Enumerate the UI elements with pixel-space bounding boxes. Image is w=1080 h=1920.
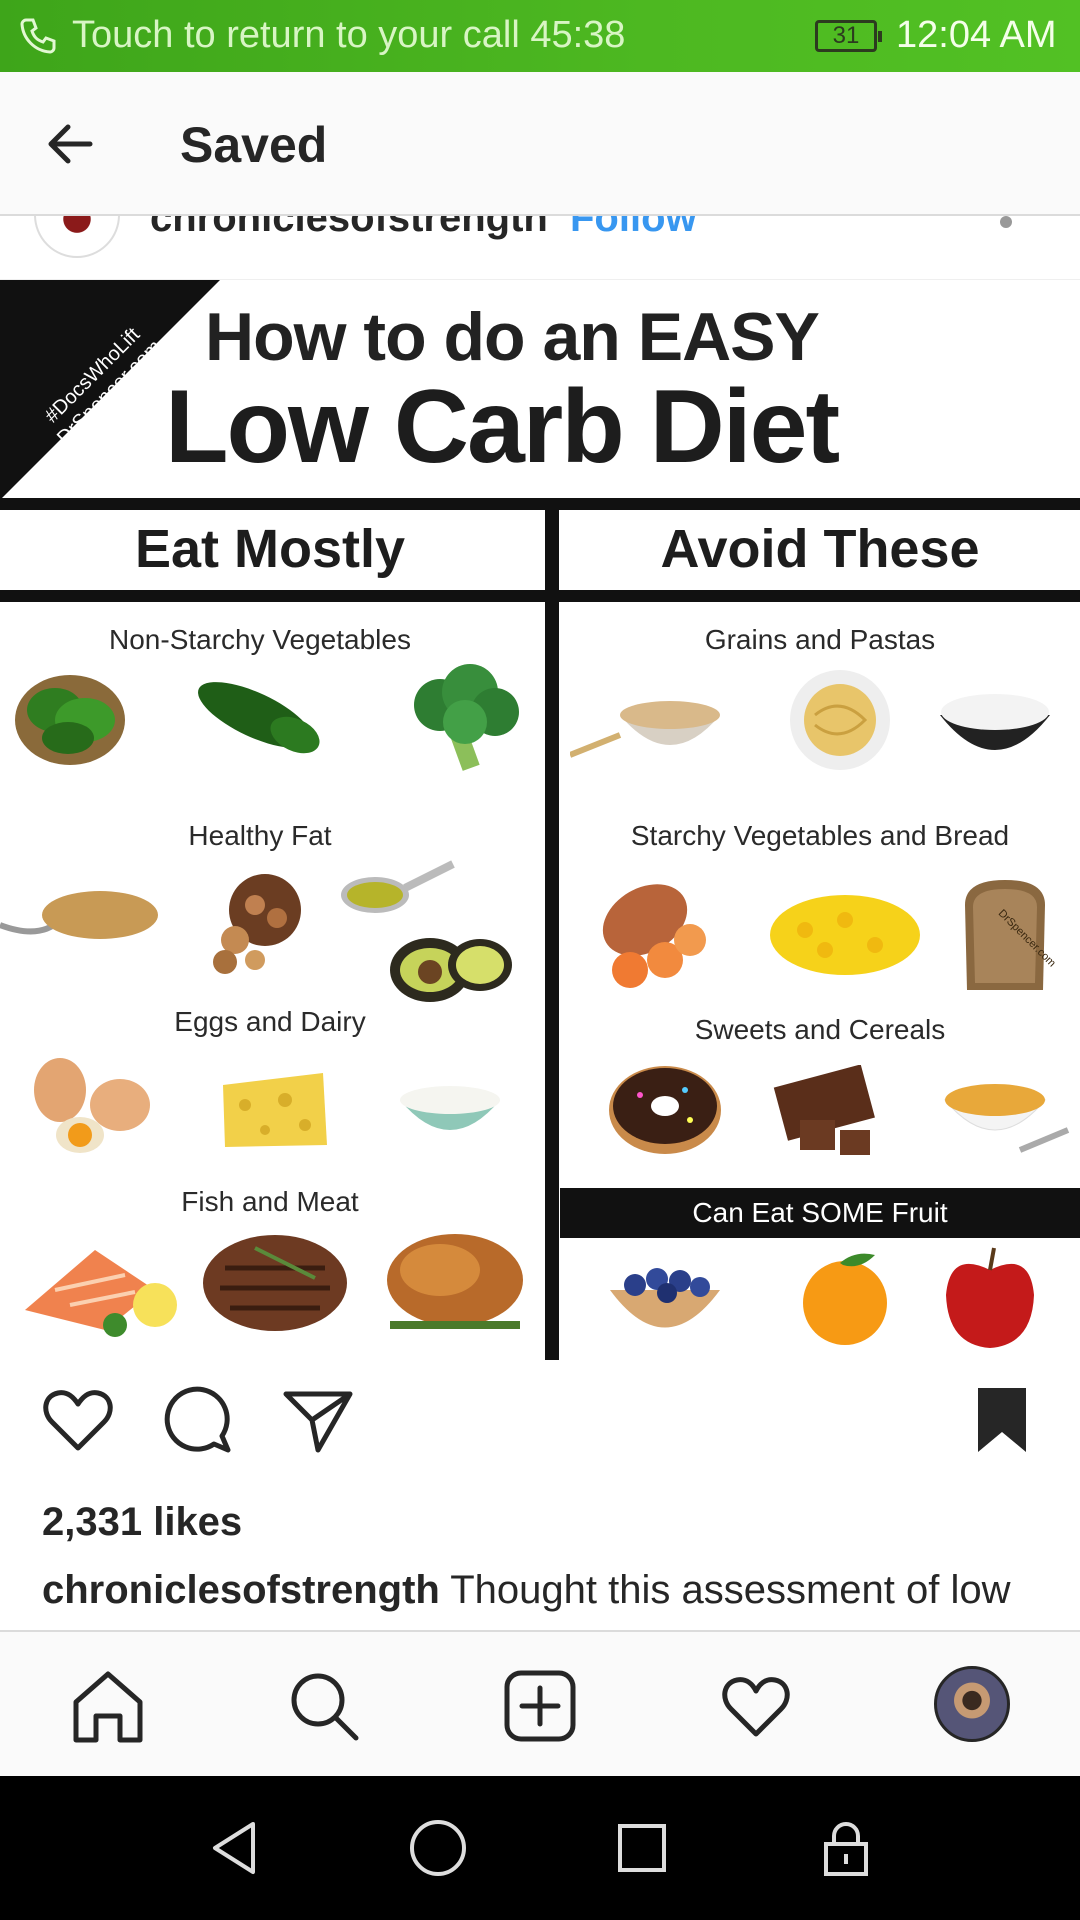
apple-image [946,1247,1034,1348]
heart-icon[interactable] [718,1668,794,1744]
clock: 12:04 AM [896,14,1057,56]
eggs-image [34,1058,150,1153]
avocado-image [390,938,512,1002]
rice-bowl-image [940,694,1050,750]
back-triangle-icon[interactable] [205,1818,265,1878]
nut-butter-image [0,891,158,939]
recents-square-icon[interactable] [612,1818,672,1878]
post-author-avatar[interactable] [34,216,120,258]
caption-text: Thought this assessment of low [450,1568,1011,1612]
caption-username[interactable]: chroniclesofstrength [42,1568,440,1612]
corn-image [770,895,920,975]
image-title-line2: Low Carb Diet [165,369,840,485]
salmon-image [25,1250,177,1337]
search-icon[interactable] [286,1668,362,1744]
image-title-line1: How to do an EASY [205,299,820,375]
food-group-label: Eggs and Dairy [174,1006,366,1037]
cereal-bowl-image [943,1084,1070,1153]
bread-image: DrSpencer.com [965,880,1055,990]
cheese-image [223,1073,327,1147]
status-bar[interactable]: Touch to return to your call 45:38 31 12… [0,0,1080,72]
arrow-left-icon[interactable] [40,112,104,176]
zucchini-image [198,682,320,754]
olive-oil-spoon-image [341,860,455,913]
likes-count[interactable]: 2,331 likes [42,1500,242,1545]
lock-icon[interactable] [816,1818,876,1878]
bottom-nav [0,1630,1080,1776]
orange-image [803,1253,887,1345]
sweet-potato-image [602,884,706,988]
more-options-icon[interactable] [1000,216,1012,228]
donut-image [609,1066,721,1154]
right-column-heading: Avoid These [660,519,980,579]
battery-icon: 31 [815,20,882,52]
chocolate-image [773,1065,875,1155]
food-group-label: Starchy Vegetables and Bread [630,820,1010,851]
page-title: Saved [180,117,328,173]
roast-chicken-image [387,1234,523,1329]
divider-vertical [545,498,559,1360]
call-timer: 45:38 [530,14,626,56]
food-group-label: Non-Starchy Vegetables [109,624,411,655]
follow-button[interactable]: Follow [570,216,697,241]
divider-top [0,498,1080,510]
nuts-image [213,874,301,974]
food-group-label: Fish and Meat [181,1186,359,1217]
app-header: Saved [0,72,1080,216]
spinach-image [15,675,125,765]
fruit-banner: Can Eat SOME Fruit [560,1188,1080,1238]
blueberries-image [610,1268,720,1328]
food-group-label: Healthy Fat [188,820,332,851]
food-group-label: Sweets and Cereals [694,1014,946,1045]
profile-avatar[interactable] [934,1666,1010,1742]
paper-plane-icon[interactable] [278,1380,358,1460]
steak-image [203,1235,347,1331]
food-group-label: Grains and Pastas [704,624,936,655]
post-image[interactable]: #DocsWhoLift DrSpencer.com How to do an … [0,280,1080,1360]
call-text-label: Touch to return to your call [72,14,520,56]
divider-heading [0,590,1080,602]
pasta-plate-image [790,670,890,770]
call-return-text: Touch to return to your call 45:38 [72,14,625,57]
post-header: chroniclesofstrength Follow [0,216,1080,280]
home-circle-icon[interactable] [408,1818,468,1878]
system-nav-bar [0,1776,1080,1920]
left-column-heading: Eat Mostly [134,519,406,579]
post-username[interactable]: chroniclesofstrength [150,216,548,241]
post-caption: chroniclesofstrength Thought this assess… [42,1560,1052,1630]
oats-bowl-image [570,701,720,758]
home-icon[interactable] [70,1668,146,1744]
yogurt-image [400,1086,500,1130]
heart-outline-icon[interactable] [38,1380,118,1460]
post-actions [0,1380,1080,1480]
add-post-icon[interactable] [502,1668,578,1744]
broccoli-image [414,664,519,771]
bookmark-filled-icon[interactable] [962,1380,1042,1460]
battery-level: 31 [832,22,860,49]
comment-icon[interactable] [158,1380,238,1460]
phone-icon [20,18,56,54]
